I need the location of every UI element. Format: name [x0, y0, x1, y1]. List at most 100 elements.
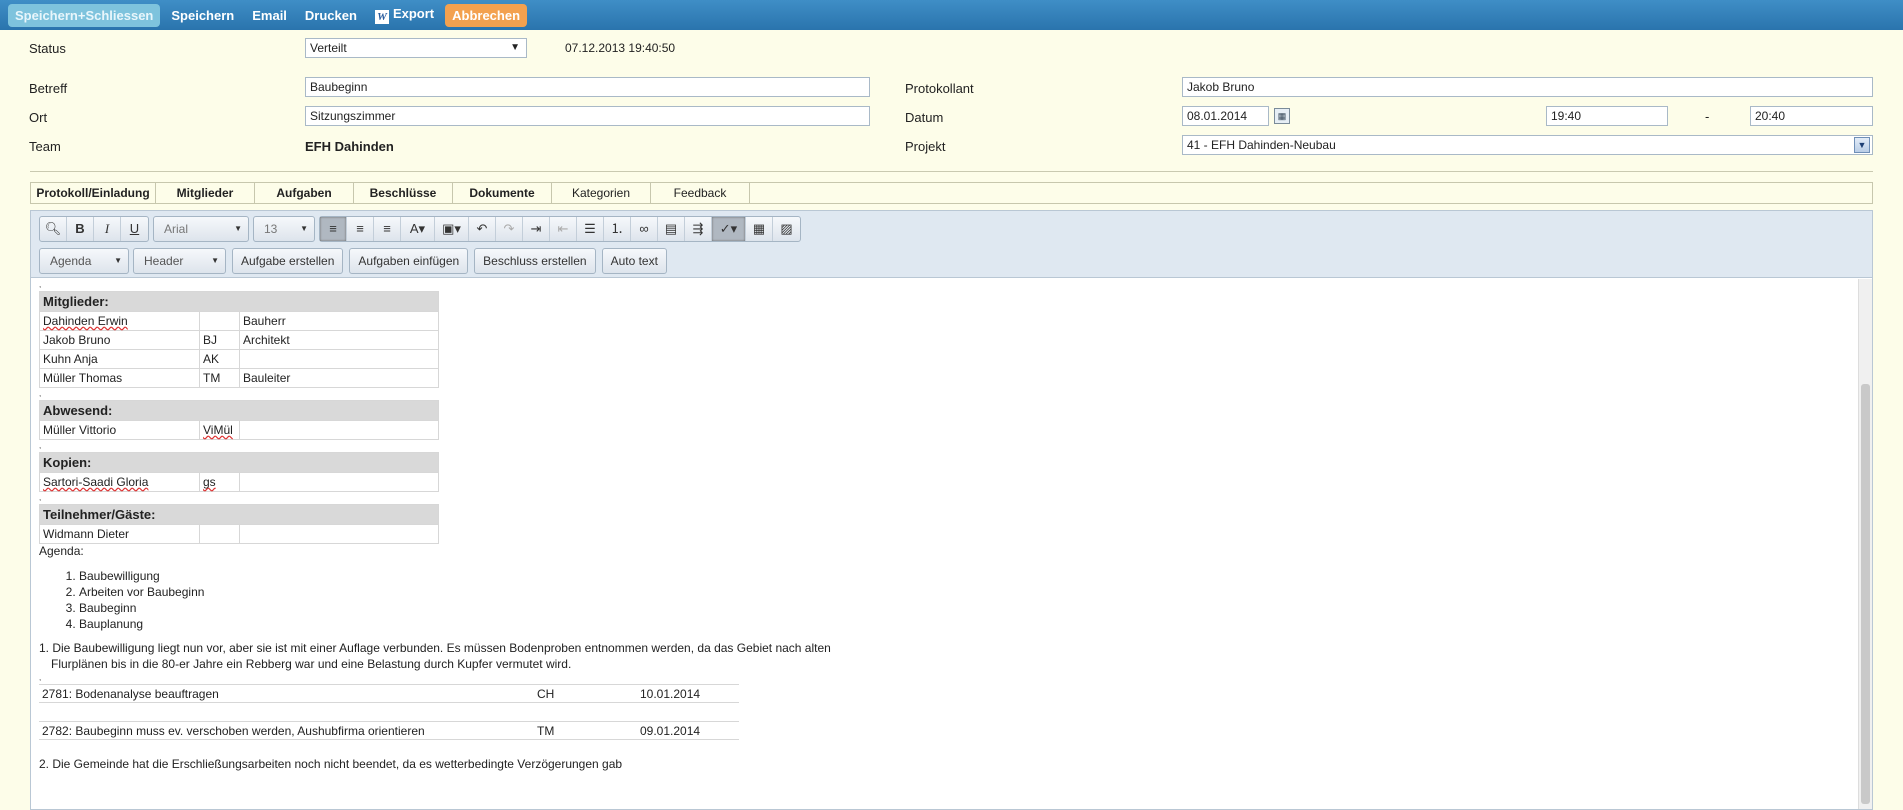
insert-tasks-button[interactable]: Aufgaben einfügen: [349, 248, 469, 274]
calendar-icon[interactable]: ▦: [1274, 108, 1290, 124]
team-value: EFH Dahinden: [305, 139, 394, 154]
table-row: Jakob Bruno BJ Architekt: [39, 330, 439, 350]
save-close-button[interactable]: Speichern+Schliessen: [8, 3, 161, 27]
agenda-dropdown[interactable]: Agenda ▼: [39, 248, 129, 274]
member-name: Kuhn Anja: [39, 349, 200, 369]
redo-icon[interactable]: ↷: [496, 217, 523, 241]
scrollbar-thumb[interactable]: [1861, 384, 1870, 804]
header-dropdown[interactable]: Header ▼: [133, 248, 226, 274]
time-to-input[interactable]: 20:40: [1750, 106, 1873, 126]
table-heading: Teilnehmer/Gäste:: [39, 504, 439, 525]
table-row: Sartori-Saadi Gloria gs: [39, 472, 439, 492]
font-family-select[interactable]: Arial ▼: [153, 216, 249, 242]
spellcheck-icon[interactable]: ✓▾: [712, 217, 746, 241]
member-abbr: ViMül: [203, 423, 233, 437]
ort-input[interactable]: Sitzungszimmer: [305, 106, 870, 126]
member-abbr: AK: [199, 349, 240, 369]
task-date: 09.01.2014: [637, 721, 739, 740]
editor-toolbar: 🔍︎ B I U Arial ▼ 13 ▼ ≡ ≡ ≡ A▾ ▣▾ ↶ ↷ ⇥ ⇤ …: [31, 211, 1872, 278]
save-button[interactable]: Speichern: [164, 4, 241, 27]
table-heading: Mitglieder:: [39, 291, 439, 312]
cancel-button[interactable]: Abbrechen: [445, 3, 528, 27]
empty-paragraph: ,: [39, 673, 42, 682]
member-abbr: TM: [199, 368, 240, 388]
member-role: Bauleiter: [239, 368, 439, 388]
task-table: 2781: Bodenanalyse beauftragen CH 10.01.…: [39, 684, 739, 703]
table-row: Müller Thomas TM Bauleiter: [39, 368, 439, 388]
member-name: Dahinden Erwin: [43, 314, 128, 328]
tab-beschluesse[interactable]: Beschlüsse: [354, 183, 453, 203]
create-decision-button[interactable]: Beschluss erstellen: [474, 248, 596, 274]
agenda-list: Baubewilligung Arbeiten vor Baubeginn Ba…: [39, 568, 1858, 632]
align-left-icon[interactable]: ≡: [320, 217, 347, 241]
outdent-icon[interactable]: ⇤: [550, 217, 577, 241]
insert-list-icon[interactable]: ⇶: [685, 217, 712, 241]
table-row: Müller Vittorio ViMül: [39, 420, 439, 440]
search-icon[interactable]: 🔍︎: [40, 217, 67, 241]
member-name: Müller Thomas: [39, 368, 200, 388]
agenda-dropdown-label: Agenda: [50, 254, 92, 268]
time-separator: -: [1705, 109, 1710, 124]
guests-table: Teilnehmer/Gäste: Widmann Dieter: [39, 504, 439, 544]
table-heading: Abwesend:: [39, 400, 439, 421]
format-group: 🔍︎ B I U: [39, 216, 149, 242]
protokollant-input[interactable]: Jakob Bruno: [1182, 77, 1873, 97]
table-heading: Kopien:: [39, 452, 439, 473]
tab-feedback[interactable]: Feedback: [651, 183, 750, 203]
create-task-button[interactable]: Aufgabe erstellen: [232, 248, 344, 274]
word-icon: W: [374, 10, 389, 24]
member-abbr: BJ: [199, 330, 240, 350]
paragraph-line: Flurplänen bis in die 80-er Jahre ein Re…: [51, 657, 572, 671]
time-from-input[interactable]: 19:40: [1546, 106, 1668, 126]
status-select[interactable]: Verteilt ▼: [305, 38, 527, 58]
tab-protokoll[interactable]: Protokoll/Einladung: [31, 183, 156, 203]
betreff-input[interactable]: Baubeginn: [305, 77, 870, 97]
member-role: [239, 524, 439, 544]
bullet-list-icon[interactable]: ☰: [577, 217, 604, 241]
italic-icon[interactable]: I: [94, 217, 121, 241]
paragraph: 2. Die Gemeinde hat die Erschließungsarb…: [39, 757, 623, 771]
underline-icon[interactable]: U: [121, 217, 148, 241]
meeting-form: Status Verteilt ▼ 07.12.2013 19:40:50 Be…: [0, 30, 1903, 170]
font-color-icon[interactable]: A▾: [401, 217, 435, 241]
projekt-label: Projekt: [905, 139, 946, 154]
font-size-value: 13: [264, 222, 278, 236]
align-center-icon[interactable]: ≡: [347, 217, 374, 241]
print-button[interactable]: Drucken: [298, 4, 364, 27]
list-item: Arbeiten vor Baubeginn: [79, 584, 1858, 600]
members-table: Mitglieder: Dahinden Erwin Bauherr Jakob…: [39, 291, 439, 388]
bold-icon[interactable]: B: [67, 217, 94, 241]
betreff-label: Betreff: [29, 81, 68, 96]
tab-dokumente[interactable]: Dokumente: [453, 183, 552, 203]
projekt-select[interactable]: 41 - EFH Dahinden-Neubau ▼: [1182, 135, 1873, 155]
font-size-select[interactable]: 13 ▼: [253, 216, 315, 242]
table-row: Widmann Dieter: [39, 524, 439, 544]
table-icon[interactable]: ▦: [746, 217, 773, 241]
table-row: 2782: Baubeginn muss ev. verschoben werd…: [39, 721, 739, 740]
tab-kategorien[interactable]: Kategorien: [552, 183, 651, 203]
export-button[interactable]: W Export: [368, 2, 441, 28]
datum-input[interactable]: 08.01.2014: [1182, 106, 1269, 126]
timestamp: 07.12.2013 19:40:50: [565, 41, 676, 55]
agenda-label: Agenda:: [39, 544, 84, 558]
auto-text-button[interactable]: Auto text: [601, 248, 667, 274]
vertical-scrollbar[interactable]: [1858, 279, 1872, 809]
align-right-icon[interactable]: ≡: [374, 217, 401, 241]
editor-content[interactable]: , Mitglieder: Dahinden Erwin Bauherr Jak…: [31, 279, 1858, 809]
tab-mitglieder[interactable]: Mitglieder: [156, 183, 255, 203]
image-icon[interactable]: ▨: [773, 217, 800, 241]
highlight-color-icon[interactable]: ▣▾: [435, 217, 469, 241]
numbered-list-icon[interactable]: ⒈: [604, 217, 631, 241]
tab-aufgaben[interactable]: Aufgaben: [255, 183, 354, 203]
member-name: Sartori-Saadi Gloria: [43, 475, 149, 489]
link-icon[interactable]: ∞: [631, 217, 658, 241]
paragraph-line: 1. Die Baubewilligung liegt nun vor, abe…: [39, 641, 831, 655]
dropdown-arrow-icon: ▼: [510, 42, 520, 53]
undo-icon[interactable]: ↶: [469, 217, 496, 241]
email-button[interactable]: Email: [245, 4, 294, 27]
indent-icon[interactable]: ⇥: [523, 217, 550, 241]
table-row: Kuhn Anja AK: [39, 349, 439, 369]
member-role: [239, 420, 439, 440]
list-item: Bauplanung: [79, 616, 1858, 632]
paste-icon[interactable]: ▤: [658, 217, 685, 241]
